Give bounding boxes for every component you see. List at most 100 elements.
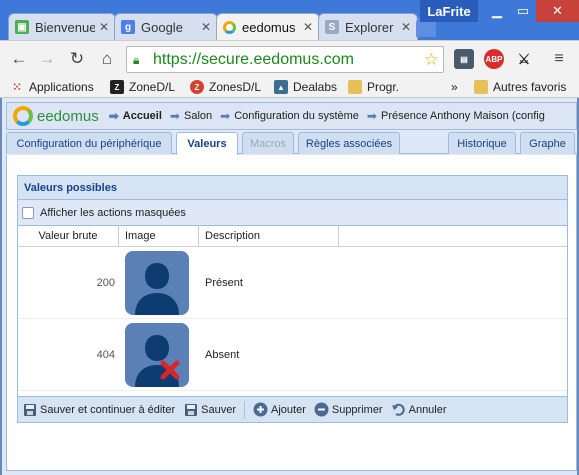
browser-tab-eedomus[interactable]: eedomus ✕ (216, 13, 320, 40)
arrow-right-icon: ➡ (220, 109, 231, 123)
panel-toolbar: Sauver et continuer à éditer Sauver Ajou… (18, 396, 567, 422)
reload-button[interactable]: ↻ (66, 49, 88, 69)
floppy-icon (183, 402, 198, 417)
google-icon: g (121, 20, 135, 34)
table-row[interactable]: 200 Présent (18, 247, 567, 319)
profile-label[interactable]: LaFrite (420, 0, 478, 22)
satellite-icon[interactable]: ⚔ (514, 49, 534, 69)
close-icon[interactable]: ✕ (99, 20, 109, 34)
back-button[interactable]: ← (8, 49, 30, 69)
folder-icon (348, 80, 362, 94)
panel-title: Valeurs possibles (18, 176, 567, 200)
show-hidden-label: Afficher les actions masquées (40, 206, 186, 219)
tab-strip: ▣ Bienvenue ✕ g Google ✕ eedomus ✕ S Exp… (0, 0, 579, 40)
browser-tab-google[interactable]: g Google ✕ (114, 13, 218, 40)
tab-macros: Macros (242, 132, 294, 154)
floppy-icon (22, 402, 37, 417)
bookmark-dealabs[interactable]: ▲ Dealabs (274, 79, 337, 95)
button-label: Ajouter (271, 403, 306, 416)
abp-label: ABP (485, 54, 503, 64)
bookmark-progr[interactable]: Progr. (348, 79, 399, 95)
tab-title: Explorer (345, 19, 394, 35)
tab-historique[interactable]: Historique (448, 132, 516, 154)
user-present-icon (125, 250, 189, 315)
bookmark-label: Progr. (367, 80, 400, 94)
abp-icon[interactable]: ABP (484, 49, 504, 69)
browser-toolbar: ← → ↻ ⌂ 🔒︎ https://secure.eedomus.com ☆ … (0, 40, 579, 76)
close-window-button[interactable]: ✕ (536, 0, 579, 22)
forward-button[interactable]: → (36, 49, 58, 69)
breadcrumb-label: Accueil (122, 110, 162, 122)
apps-grid-icon: ⁙ (11, 80, 23, 94)
value-image (119, 247, 199, 318)
column-header-image[interactable]: Image (119, 226, 199, 246)
cancel-button[interactable]: Annuler (391, 402, 447, 417)
breadcrumb-label: Salon (183, 110, 213, 122)
values-panel: Valeurs possibles Afficher les actions m… (17, 175, 568, 423)
bookmark-label: Applications (29, 80, 94, 94)
button-label: Sauver (201, 403, 236, 416)
bookmark-label: ZonesD/L (209, 80, 262, 94)
bookmarks-bar: ⁙ Applications Z ZoneD/L Z ZonesD/L ▲ De… (0, 76, 579, 98)
arrow-right-icon: ➡ (169, 109, 180, 123)
dealabs-icon: ▲ (274, 80, 288, 94)
undo-icon (391, 402, 406, 417)
close-icon[interactable]: ✕ (401, 20, 411, 34)
bookmarks-overflow[interactable]: » (451, 79, 458, 95)
button-label: Annuler (408, 403, 447, 416)
column-header-valeur-brute[interactable]: Valeur brute (18, 226, 119, 246)
close-icon[interactable]: ✕ (303, 20, 313, 34)
lock-icon: 🔒︎ (133, 52, 140, 67)
save-continue-button[interactable]: Sauver et continuer à éditer (22, 402, 175, 417)
tab-content: Valeurs possibles Afficher les actions m… (6, 155, 577, 471)
breadcrumb-salon[interactable]: ➡ Salon (170, 109, 212, 123)
minimize-button[interactable]: ▁ (484, 0, 510, 22)
bookmark-zonesdl[interactable]: Z ZonesD/L (190, 79, 261, 95)
brand-name: eedomus (37, 107, 99, 125)
eedomus-app: eedomus ➡ Accueil ➡ Salon ➡ Configuration d… (0, 98, 579, 475)
button-label: Sauver et continuer à éditer (40, 403, 176, 416)
user-absent-icon (125, 322, 189, 387)
logo-ring-icon (13, 106, 33, 126)
stack-icon[interactable]: ▤ (454, 49, 474, 69)
eedomus-logo[interactable]: eedomus (13, 106, 99, 126)
menu-icon[interactable]: ≡ (548, 49, 570, 69)
table-row[interactable]: 404 Absent (18, 319, 567, 391)
column-header-description[interactable]: Description (199, 226, 339, 246)
add-button[interactable]: Ajouter (253, 402, 306, 417)
plus-icon (253, 402, 268, 417)
tab-configuration[interactable]: Configuration du périphérique (6, 132, 172, 154)
browser-tab-bienvenue[interactable]: ▣ Bienvenue ✕ (8, 13, 116, 40)
minus-icon (314, 402, 329, 417)
page-icon: S (325, 20, 339, 34)
bookmark-zonedl[interactable]: Z ZoneD/L (110, 79, 175, 95)
breadcrumb-presence[interactable]: ➡ Présence Anthony Maison (config (367, 109, 545, 123)
breadcrumb-configuration[interactable]: ➡ Configuration du système (220, 109, 359, 123)
button-label: Supprimer (331, 403, 383, 416)
tab-valeurs[interactable]: Valeurs (176, 132, 238, 155)
tab-graphe[interactable]: Graphe (520, 132, 575, 154)
save-button[interactable]: Sauver (183, 402, 236, 417)
tab-regles[interactable]: Règles associées (298, 132, 400, 154)
maximize-button[interactable]: ▭ (510, 0, 536, 22)
bookmark-applications[interactable]: ⁙ Applications (10, 79, 94, 95)
show-hidden-actions[interactable]: Afficher les actions masquées (18, 200, 567, 226)
bookmark-label: ZoneD/L (129, 80, 176, 94)
value-description: Présent (205, 276, 243, 289)
star-icon[interactable]: ☆ (424, 50, 439, 70)
raw-value: 404 (96, 348, 115, 361)
delete-button[interactable]: Supprimer (314, 402, 383, 417)
grid-header: Valeur brute Image Description (18, 226, 567, 247)
home-button[interactable]: ⌂ (96, 49, 118, 69)
bookmark-label: Dealabs (293, 80, 338, 94)
value-description: Absent (205, 348, 240, 361)
bookmark-autres-favoris[interactable]: Autres favoris (474, 79, 566, 95)
breadcrumb-accueil[interactable]: ➡ Accueil (109, 109, 162, 123)
value-image (119, 319, 199, 390)
address-bar[interactable]: 🔒︎ https://secure.eedomus.com ☆ (126, 46, 444, 73)
show-hidden-checkbox[interactable] (22, 206, 34, 219)
close-icon[interactable]: ✕ (201, 20, 211, 34)
zone-icon: Z (110, 80, 124, 94)
arrow-right-icon: ➡ (108, 109, 119, 123)
browser-tab-explorer[interactable]: S Explorer ✕ (318, 13, 418, 40)
